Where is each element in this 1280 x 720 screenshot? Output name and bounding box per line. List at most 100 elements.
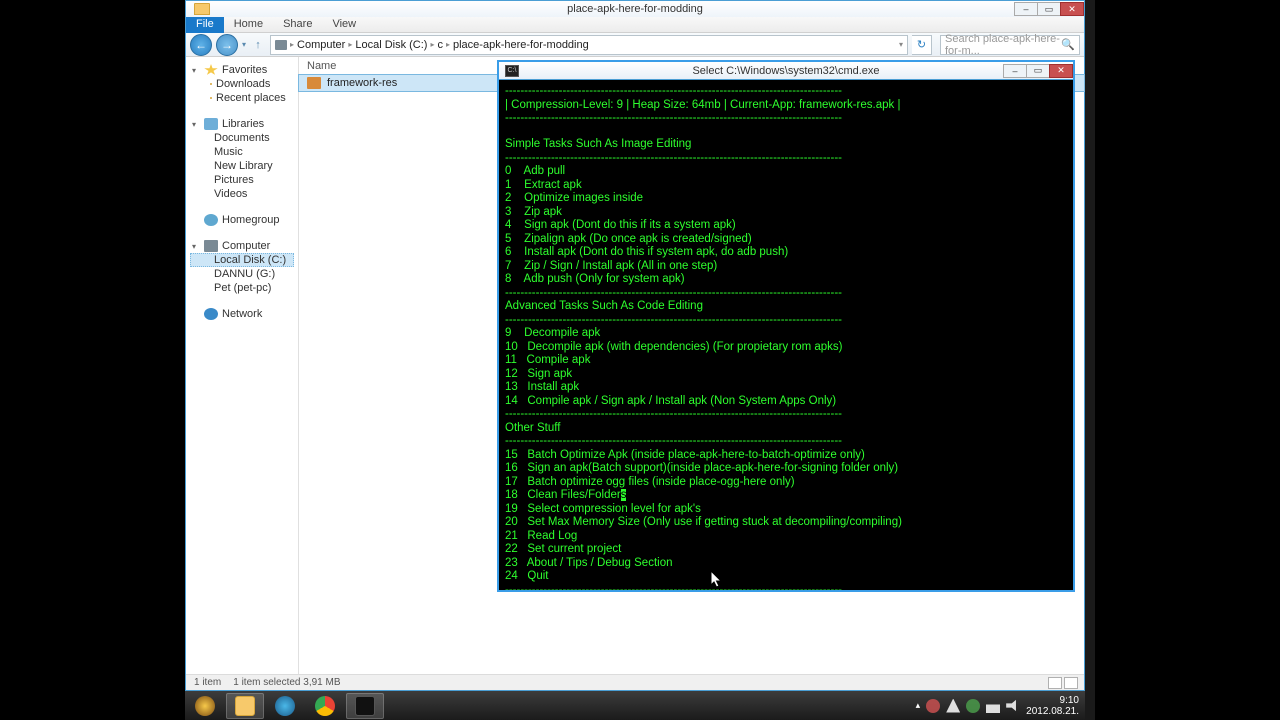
status-item-count: 1 item xyxy=(194,677,221,688)
cmd-menu-line: 19 Select compression level for apk's xyxy=(505,503,701,515)
nav-item-documents[interactable]: Documents xyxy=(190,131,294,145)
cmd-divider: ----------------------------------------… xyxy=(505,314,842,326)
folder-icon xyxy=(194,3,210,15)
tab-file[interactable]: File xyxy=(186,17,224,33)
history-dropdown-icon[interactable]: ▾ xyxy=(242,40,246,49)
cmd-maximize-button[interactable]: ▭ xyxy=(1026,64,1050,78)
cmd-output[interactable]: ----------------------------------------… xyxy=(499,80,1073,590)
volume-icon[interactable] xyxy=(1006,699,1020,713)
nav-item-recent[interactable]: Recent places xyxy=(190,91,294,105)
chevron-right-icon: ▸ xyxy=(430,40,434,49)
cmd-title: Select C:\Windows\system32\cmd.exe xyxy=(692,65,879,77)
cmd-menu-line: 22 Set current project xyxy=(505,543,621,555)
star-icon xyxy=(204,64,218,76)
tab-home[interactable]: Home xyxy=(224,17,273,33)
nav-favorites[interactable]: ▾Favorites xyxy=(190,63,294,77)
back-button[interactable]: ← xyxy=(190,34,212,56)
collapse-icon: ▾ xyxy=(192,66,200,75)
view-details-button[interactable] xyxy=(1048,677,1062,689)
app-icon xyxy=(275,696,295,716)
action-center-icon[interactable] xyxy=(946,699,960,713)
up-button[interactable]: ↑ xyxy=(250,37,266,53)
explorer-titlebar[interactable]: place-apk-here-for-modding – ▭ ✕ xyxy=(186,1,1084,17)
nav-computer[interactable]: ▾Computer xyxy=(190,239,294,253)
nav-item-downloads[interactable]: Downloads xyxy=(190,77,294,91)
minimize-button[interactable]: – xyxy=(1014,2,1038,16)
forward-button[interactable]: → xyxy=(216,34,238,56)
cmd-minimize-button[interactable]: – xyxy=(1003,64,1027,78)
address-bar[interactable]: ▸ Computer ▸ Local Disk (C:) ▸ c ▸ place… xyxy=(270,35,908,55)
tab-view[interactable]: View xyxy=(322,17,366,33)
clock-time: 9:10 xyxy=(1026,695,1079,706)
cmd-menu-line: 23 About / Tips / Debug Section xyxy=(505,557,673,569)
chevron-down-icon[interactable]: ▾ xyxy=(899,40,903,49)
cmd-menu-line: 11 Compile apk xyxy=(505,354,590,366)
taskbar-explorer[interactable] xyxy=(226,693,264,719)
view-icons-button[interactable] xyxy=(1064,677,1078,689)
cmd-menu-line: 24 Quit xyxy=(505,570,548,582)
search-icon: 🔍 xyxy=(1061,38,1075,51)
breadcrumb[interactable]: Computer xyxy=(297,39,345,51)
nav-bar: ← → ▾ ↑ ▸ Computer ▸ Local Disk (C:) ▸ c… xyxy=(186,33,1084,57)
apk-icon xyxy=(307,77,321,89)
cmd-divider: ----------------------------------------… xyxy=(505,584,842,591)
cmd-icon xyxy=(355,696,375,716)
cmd-titlebar[interactable]: C:\ Select C:\Windows\system32\cmd.exe –… xyxy=(499,62,1073,80)
nav-item-newlib[interactable]: New Library xyxy=(190,159,294,173)
tray-icon[interactable] xyxy=(966,699,980,713)
chevron-right-icon: ▸ xyxy=(348,40,352,49)
clock-date: 2012.08.21. xyxy=(1026,706,1079,717)
taskbar-wow[interactable] xyxy=(186,693,224,719)
taskbar-chrome[interactable] xyxy=(306,693,344,719)
cmd-menu-line: 18 Clean Files/Folder xyxy=(505,489,621,501)
nav-item-pet-pc[interactable]: Pet (pet-pc) xyxy=(190,281,294,295)
cmd-divider: ----------------------------------------… xyxy=(505,408,842,420)
breadcrumb[interactable]: c xyxy=(437,39,443,51)
cmd-section-simple: Simple Tasks Such As Image Editing xyxy=(505,138,691,150)
library-icon xyxy=(204,118,218,130)
show-hidden-icons[interactable]: ▴ xyxy=(916,700,921,711)
cmd-menu-line: 21 Read Log xyxy=(505,530,577,542)
tray-icon[interactable] xyxy=(926,699,940,713)
nav-network[interactable]: Network xyxy=(190,307,294,321)
folder-icon xyxy=(210,97,212,99)
network-icon[interactable] xyxy=(986,699,1000,713)
collapse-icon: ▾ xyxy=(192,120,200,129)
navigation-pane: ▾Favorites Downloads Recent places ▾Libr… xyxy=(186,57,299,674)
close-button[interactable]: ✕ xyxy=(1060,2,1084,16)
search-input[interactable]: Search place-apk-here-for-m... 🔍 xyxy=(940,35,1080,55)
cmd-selected-char: s xyxy=(621,489,627,501)
cmd-menu-line: 3 Zip apk xyxy=(505,206,562,218)
taskbar-app[interactable] xyxy=(266,693,304,719)
folder-icon xyxy=(210,83,212,85)
nav-item-dannu-g[interactable]: DANNU (G:) xyxy=(190,267,294,281)
cmd-divider: ----------------------------------------… xyxy=(505,112,842,124)
file-name: framework-res xyxy=(327,77,397,89)
taskbar-cmd[interactable] xyxy=(346,693,384,719)
tab-share[interactable]: Share xyxy=(273,17,322,33)
maximize-button[interactable]: ▭ xyxy=(1037,2,1061,16)
nav-item-videos[interactable]: Videos xyxy=(190,187,294,201)
cmd-close-button[interactable]: ✕ xyxy=(1049,64,1073,78)
cmd-menu-line: 13 Install apk xyxy=(505,381,579,393)
cmd-menu-line: 4 Sign apk (Dont do this if its a system… xyxy=(505,219,736,231)
collapse-icon: ▾ xyxy=(192,242,200,251)
nav-item-pictures[interactable]: Pictures xyxy=(190,173,294,187)
cmd-menu-line: 20 Set Max Memory Size (Only use if gett… xyxy=(505,516,902,528)
cmd-menu-line: 6 Install apk (Dont do this if system ap… xyxy=(505,246,788,258)
nav-homegroup[interactable]: Homegroup xyxy=(190,213,294,227)
nav-libraries[interactable]: ▾Libraries xyxy=(190,117,294,131)
breadcrumb[interactable]: Local Disk (C:) xyxy=(355,39,427,51)
cmd-menu-line: 7 Zip / Sign / Install apk (All in one s… xyxy=(505,260,717,272)
cmd-section-advanced: Advanced Tasks Such As Code Editing xyxy=(505,300,703,312)
refresh-button[interactable]: ↻ xyxy=(912,35,932,55)
nav-item-local-disk-c[interactable]: Local Disk (C:) xyxy=(190,253,294,267)
cmd-menu-line: 0 Adb pull xyxy=(505,165,565,177)
cmd-menu-line: 15 Batch Optimize Apk (inside place-apk-… xyxy=(505,449,865,461)
breadcrumb[interactable]: place-apk-here-for-modding xyxy=(453,39,589,51)
network-icon xyxy=(204,308,218,320)
chevron-right-icon: ▸ xyxy=(290,40,294,49)
taskbar-clock[interactable]: 9:10 2012.08.21. xyxy=(1026,695,1079,717)
cmd-window: C:\ Select C:\Windows\system32\cmd.exe –… xyxy=(497,60,1075,592)
nav-item-music[interactable]: Music xyxy=(190,145,294,159)
